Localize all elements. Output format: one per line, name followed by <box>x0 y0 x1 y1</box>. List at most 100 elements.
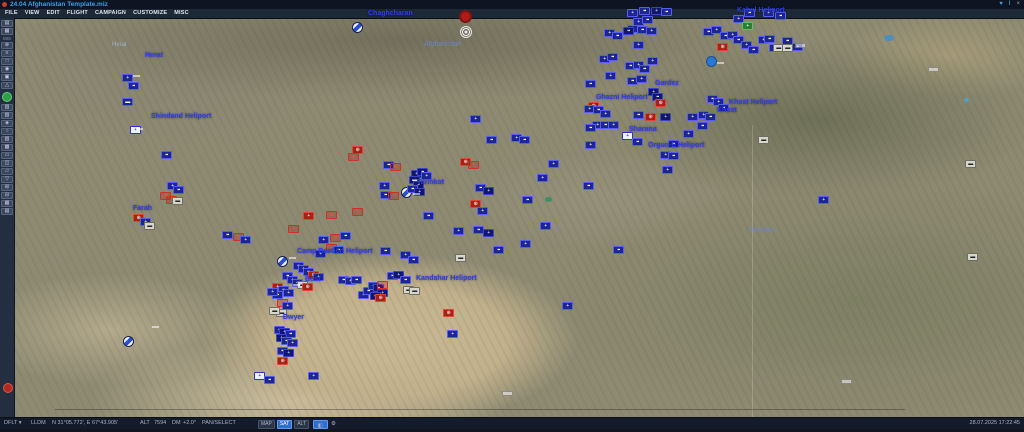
unit-icon[interactable]: + <box>818 196 829 204</box>
unit-icon[interactable]: + <box>288 225 299 233</box>
menu-customize[interactable]: CUSTOMIZE <box>133 9 167 18</box>
toolbar-button-low-2[interactable]: ◈ <box>1 120 13 127</box>
unit-icon[interactable]: ⊕ <box>326 211 337 219</box>
unit-icon[interactable]: ▬ <box>409 287 420 295</box>
unit-icon[interactable]: ▪▪ <box>632 138 643 146</box>
unit-icon[interactable]: ▪▪ <box>408 256 419 264</box>
unit-icon[interactable]: + <box>388 192 399 200</box>
toolbar-button-mid-0[interactable]: ⊕ <box>1 42 13 49</box>
layer-toggle-button[interactable]: ◧ <box>313 420 328 429</box>
unit-icon[interactable]: ⊕ <box>717 43 728 51</box>
unit-icon[interactable]: + <box>453 227 464 235</box>
unit-icon[interactable]: ▪▪ <box>340 232 351 240</box>
unit-icon[interactable]: ▪▪ <box>642 16 653 24</box>
toolbar-button-low-9[interactable]: ▽ <box>1 176 13 183</box>
toolbar-button-low-6[interactable]: ▭ <box>1 152 13 159</box>
unit-icon[interactable]: + <box>303 212 314 220</box>
unit-icon[interactable]: ▪▪ <box>639 7 650 15</box>
preset-dropdown[interactable]: DFLT ▾ <box>4 418 22 429</box>
unit-icon[interactable]: + <box>520 240 531 248</box>
unit-icon[interactable]: ▬ <box>782 44 793 52</box>
map-type-alt[interactable]: ALT <box>294 420 309 429</box>
unit-icon[interactable]: + <box>660 113 671 121</box>
toolbar-button-low-4[interactable]: ▨ <box>1 136 13 143</box>
unit-icon[interactable]: ▪▪ <box>583 182 594 190</box>
unit-icon[interactable]: ▪▪ <box>764 35 775 43</box>
unit-icon[interactable]: + <box>379 182 390 190</box>
airport-icon[interactable] <box>123 336 134 347</box>
unit-icon[interactable]: ▬ <box>965 160 976 168</box>
unit-icon[interactable]: + <box>687 113 698 121</box>
unit-icon[interactable]: ⊕ <box>390 163 401 171</box>
unit-icon[interactable]: ▬ <box>122 98 133 106</box>
unit-icon[interactable]: + <box>470 115 481 123</box>
unit-icon[interactable]: ▪▪ <box>607 53 618 61</box>
unit-icon[interactable]: + <box>287 339 298 347</box>
close-icon[interactable]: × <box>1016 0 1020 9</box>
unit-icon[interactable]: + <box>600 110 611 118</box>
unit-icon[interactable]: + <box>742 22 753 30</box>
airport-icon[interactable] <box>352 22 363 33</box>
unit-icon[interactable]: ▪▪ <box>697 122 708 130</box>
unit-icon[interactable]: ▪▪ <box>661 8 672 16</box>
airport-icon[interactable] <box>277 256 288 267</box>
unit-icon[interactable]: + <box>283 289 294 297</box>
unit-icon[interactable]: ▪▪ <box>161 151 172 159</box>
unit-icon[interactable]: + <box>318 236 329 244</box>
unit-icon[interactable]: ▪▪ <box>423 212 434 220</box>
unit-icon[interactable]: + <box>683 130 694 138</box>
map-type-sat[interactable]: SAT <box>277 420 292 429</box>
unit-icon[interactable]: + <box>283 349 294 357</box>
unit-icon[interactable]: + <box>348 153 359 161</box>
toolbar-button-low-7[interactable]: ◫ <box>1 160 13 167</box>
unit-icon[interactable]: ▪▪ <box>351 276 362 284</box>
toolbar-button-mid-4[interactable]: ▣ <box>1 74 13 81</box>
unit-icon[interactable]: ▪▪ <box>613 246 624 254</box>
unit-icon[interactable]: ⊕ <box>375 294 386 302</box>
favorite-icon[interactable]: ♥ <box>999 0 1003 9</box>
unit-icon[interactable]: + <box>483 187 494 195</box>
toolbar-green-button[interactable] <box>2 92 12 102</box>
toolbar-button-low-8[interactable]: ▱ <box>1 168 13 175</box>
unit-icon[interactable]: ⊕ <box>655 99 666 107</box>
toolbar-button-low-3[interactable]: ○ <box>1 128 13 135</box>
unit-icon[interactable]: + <box>267 288 278 296</box>
toolbar-button-top-1[interactable]: ▦ <box>1 28 13 35</box>
unit-icon[interactable]: ▪▪ <box>585 80 596 88</box>
unit-icon[interactable]: + <box>540 222 551 230</box>
unit-icon[interactable]: + <box>627 9 638 17</box>
unit-icon[interactable]: ▪▪ <box>486 136 497 144</box>
coord-format-label[interactable]: LLDM <box>31 418 46 429</box>
toolbar-button-low-10[interactable]: ⊞ <box>1 184 13 191</box>
unit-icon[interactable]: ⊕ <box>645 113 656 121</box>
unit-icon[interactable]: + <box>548 160 559 168</box>
unit-icon[interactable]: ▪▪ <box>639 65 650 73</box>
unit-icon[interactable]: + <box>562 302 573 310</box>
unit-icon[interactable]: ▪▪ <box>705 113 716 121</box>
toolbar-button-low-5[interactable]: ▩ <box>1 144 13 151</box>
menu-campaign[interactable]: CAMPAIGN <box>95 9 126 18</box>
unit-icon[interactable]: + <box>608 121 619 129</box>
menu-edit[interactable]: EDIT <box>47 9 60 18</box>
gear-icon[interactable]: ⚙ <box>331 419 336 430</box>
unit-icon[interactable]: + <box>352 208 363 216</box>
unit-icon[interactable]: ▪▪ <box>128 82 139 90</box>
menu-misc[interactable]: MISC <box>174 9 189 18</box>
unit-icon[interactable]: + <box>633 41 644 49</box>
unit-icon[interactable]: ⊕ <box>277 357 288 365</box>
unit-icon[interactable]: + <box>537 174 548 182</box>
unit-icon[interactable]: ▪▪ <box>380 247 391 255</box>
unit-icon[interactable]: ▬ <box>758 136 769 144</box>
unit-icon[interactable]: + <box>308 372 319 380</box>
unit-icon[interactable]: ▪▪ <box>633 111 644 119</box>
map-type-map[interactable]: MAP <box>258 420 275 429</box>
unit-icon[interactable]: + <box>477 207 488 215</box>
toolbar-button-mid-5[interactable]: △ <box>1 82 13 89</box>
unit-icon[interactable]: + <box>646 27 657 35</box>
toolbar-button-mid-2[interactable]: □ <box>1 58 13 65</box>
unit-icon[interactable]: + <box>447 330 458 338</box>
toolbar-button-low-12[interactable]: ▦ <box>1 200 13 207</box>
menu-file[interactable]: FILE <box>5 9 18 18</box>
unit-icon[interactable]: ▬ <box>269 307 280 315</box>
unit-icon[interactable]: + <box>662 166 673 174</box>
